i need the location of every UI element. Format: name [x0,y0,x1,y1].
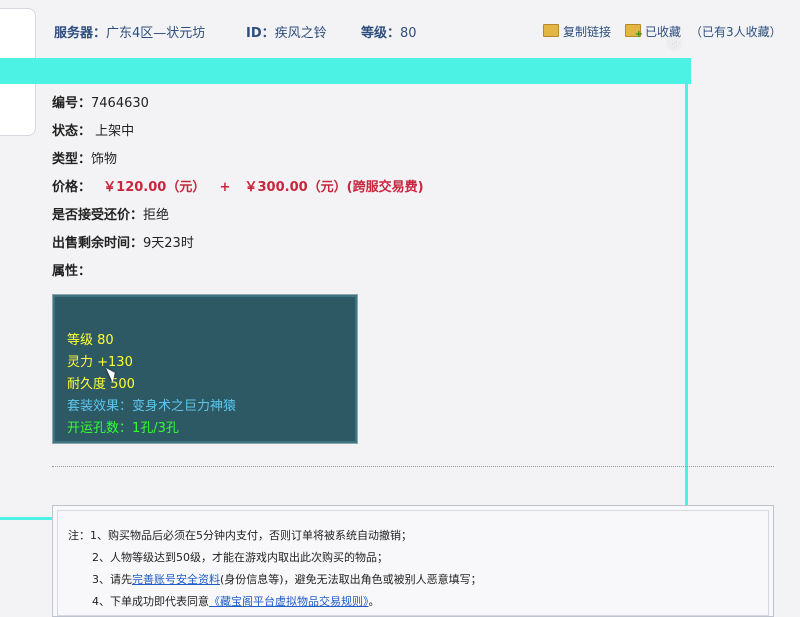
notes-inner: 注：1、购买物品后必须在5分钟内支付，否则订单将被系统自动撤销； 2、人物等级达… [57,510,769,616]
section-divider [52,466,774,467]
attr-durability: 耐久度 500 [67,377,135,392]
price-plus: + [219,180,231,195]
trade-rules-link[interactable]: 《藏宝阁平台虚拟物品交易规则》 [209,595,369,608]
level-info: 等级：80 [361,22,417,41]
attr-spirit: 灵力 +130 [67,355,133,370]
server-label: 服务器： [54,26,107,41]
folder-icon [543,24,559,37]
time-row: 出售剩余时间：9天23时 [52,232,194,251]
type-label: 类型： [52,152,92,167]
status-label: 状态： [52,124,92,139]
level-value: 80 [400,26,417,41]
attribute-panel: 等级 80 灵力 +130 耐久度 500 套装效果：变身术之巨力神猿 开运孔数… [52,294,358,444]
note-line-1: 注：1、购买物品后必须在5分钟内支付，否则订单将被系统自动撤销； [68,529,412,542]
price-row: 价格： ￥120.00（元） + ￥300.00（元）(跨服交易费) [52,176,424,195]
price-value: ￥120.00（元） [103,180,206,195]
note-line-3-pre: 3、请先 [92,573,132,586]
price-label: 价格： [52,180,92,195]
server-info: 服务器：广东4区—状元坊 [54,22,205,41]
bargain-label: 是否接受还价： [52,208,144,223]
attr-label: 属性： [52,264,92,279]
id-label: ID： [246,26,275,41]
watermark-logo: ⓢ [668,37,683,52]
item-id-value: 7464630 [91,96,149,111]
folder-add-icon [625,24,643,40]
note-line-3: 3、请先完善账号安全资料(身份信息等)，避免无法取出角色或被别人恶意填写； [92,571,482,587]
character-id-info: ID：疾风之铃 [246,22,327,41]
id-value: 疾风之铃 [274,26,327,41]
favorite-count: （已有3人收藏） [690,25,782,39]
security-info-link[interactable]: 完善账号安全资料 [132,573,220,586]
item-id-label: 编号： [52,96,92,111]
attr-holes: 开运孔数：1孔/3孔 [67,421,179,436]
note-line-4-post: 。 [368,595,380,608]
type-value: 饰物 [91,152,118,167]
copy-link-label: 复制链接 [563,25,612,39]
status-value: 上架中 [95,124,135,139]
attr-row: 属性： [52,260,91,279]
note-line-2: 2、人物等级达到50级，才能在游戏内取出此次购买的物品； [92,551,388,564]
item-id-row: 编号：7464630 [52,92,149,111]
note-line-3-post: (身份信息等)，避免无法取出角色或被别人恶意填写； [220,573,482,586]
bargain-row: 是否接受还价：拒绝 [52,204,169,223]
copy-link-button[interactable]: 复制链接 [543,23,611,40]
notes-box: 注：1、购买物品后必须在5分钟内支付，否则订单将被系统自动撤销； 2、人物等级达… [52,505,774,617]
time-value: 9天23时 [143,236,194,251]
type-row: 类型：饰物 [52,148,117,167]
server-value: 广东4区—状元坊 [106,26,206,41]
note-line-4: 4、下单成功即代表同意《藏宝阁平台虚拟物品交易规则》。 [92,593,380,609]
fee-value: ￥300.00（元）(跨服交易费) [244,180,424,195]
bargain-value: 拒绝 [143,208,170,223]
attr-level: 等级 80 [67,333,114,348]
time-label: 出售剩余时间： [52,236,144,251]
attr-set-effect: 套装效果：变身术之巨力神猿 [67,399,237,414]
level-label: 等级： [361,26,401,41]
status-row: 状态： 上架中 [52,120,134,139]
note-line-4-pre: 4、下单成功即代表同意 [92,595,209,608]
